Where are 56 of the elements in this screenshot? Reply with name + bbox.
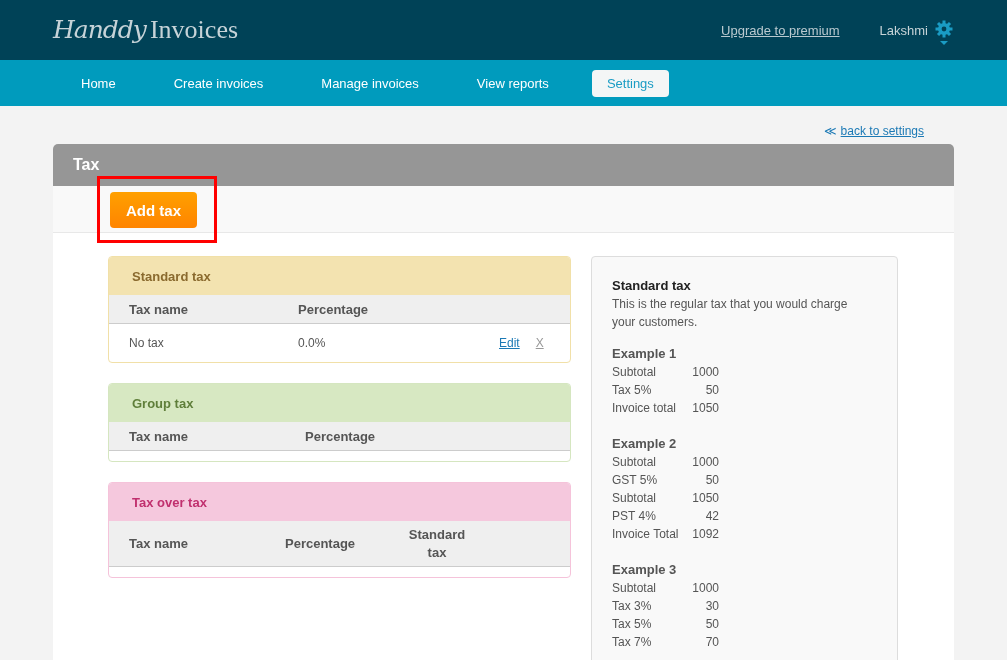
example-value: 50 xyxy=(704,382,719,399)
example-value: 50 xyxy=(704,472,719,489)
column-header: Tax name xyxy=(129,536,189,551)
column-header: Tax name xyxy=(129,301,189,317)
table-cell-text: No tax xyxy=(129,336,165,350)
nav-tab[interactable]: Home xyxy=(66,69,131,97)
example-value: 1050 xyxy=(691,400,719,417)
example-label: Invoice total xyxy=(612,400,678,417)
example-value: 1000 xyxy=(691,364,719,381)
card-title: Tax over tax xyxy=(132,494,207,510)
example-label: Subtotal xyxy=(612,454,658,471)
column-header: Tax name xyxy=(129,428,189,444)
example-value: 42 xyxy=(704,508,719,525)
example-label: GST 5% xyxy=(612,472,659,489)
example-label: Tax 5% xyxy=(612,616,653,633)
delete-link[interactable]: X xyxy=(535,336,544,350)
nav-tab[interactable]: Create invoices xyxy=(158,69,279,97)
example-value: 1000 xyxy=(691,580,719,597)
example-label: PST 4% xyxy=(612,508,657,525)
nav-tab[interactable]: Manage invoices xyxy=(306,69,434,97)
example-label: Invoice Total xyxy=(612,526,680,543)
info-title: Standard tax xyxy=(612,277,692,295)
card-title: Group tax xyxy=(132,395,194,411)
example-value: 50 xyxy=(704,616,719,633)
example-label: Tax 5% xyxy=(612,382,653,399)
add-tax-button[interactable]: Add tax xyxy=(110,192,197,228)
example-value: 1000 xyxy=(691,454,719,471)
edit-link[interactable]: Edit xyxy=(499,336,520,350)
logo-text: Invoices xyxy=(149,15,239,45)
example-label: Subtotal xyxy=(612,580,658,597)
example-title: Example 1 xyxy=(612,345,678,363)
example-value: 70 xyxy=(704,634,719,651)
example-title: Example 2 xyxy=(612,435,678,453)
nav-tab[interactable]: View reports xyxy=(461,69,564,97)
column-header: Percentage xyxy=(285,536,357,551)
column-header: Percentage xyxy=(305,428,376,444)
panel-title: Tax xyxy=(73,156,100,174)
info-description: This is the regular tax that you would charge your customers. xyxy=(612,296,849,331)
column-header: Percentage xyxy=(298,301,369,317)
logo-text: Handdy xyxy=(53,15,146,44)
example-label: Tax 7% xyxy=(612,634,653,651)
example-value: 30 xyxy=(704,598,719,615)
nav-tab[interactable]: Settings xyxy=(591,69,669,97)
example-title: Example 3 xyxy=(612,561,678,579)
back-link[interactable]: ≪ back to settings xyxy=(824,124,924,138)
example-label: Subtotal xyxy=(612,490,658,507)
user-name: Lakshmi xyxy=(879,22,928,38)
column-header: Standard tax xyxy=(407,525,467,562)
upgrade-link[interactable]: Upgrade to premium xyxy=(721,22,840,38)
gear-icon[interactable] xyxy=(934,20,954,46)
table-cell-text: 0.0% xyxy=(298,336,327,350)
example-label: Tax 3% xyxy=(612,598,653,615)
card-title: Standard tax xyxy=(132,268,211,284)
example-value: 1050 xyxy=(691,490,719,507)
example-value: 1092 xyxy=(691,526,719,543)
example-label: Subtotal xyxy=(612,364,658,381)
